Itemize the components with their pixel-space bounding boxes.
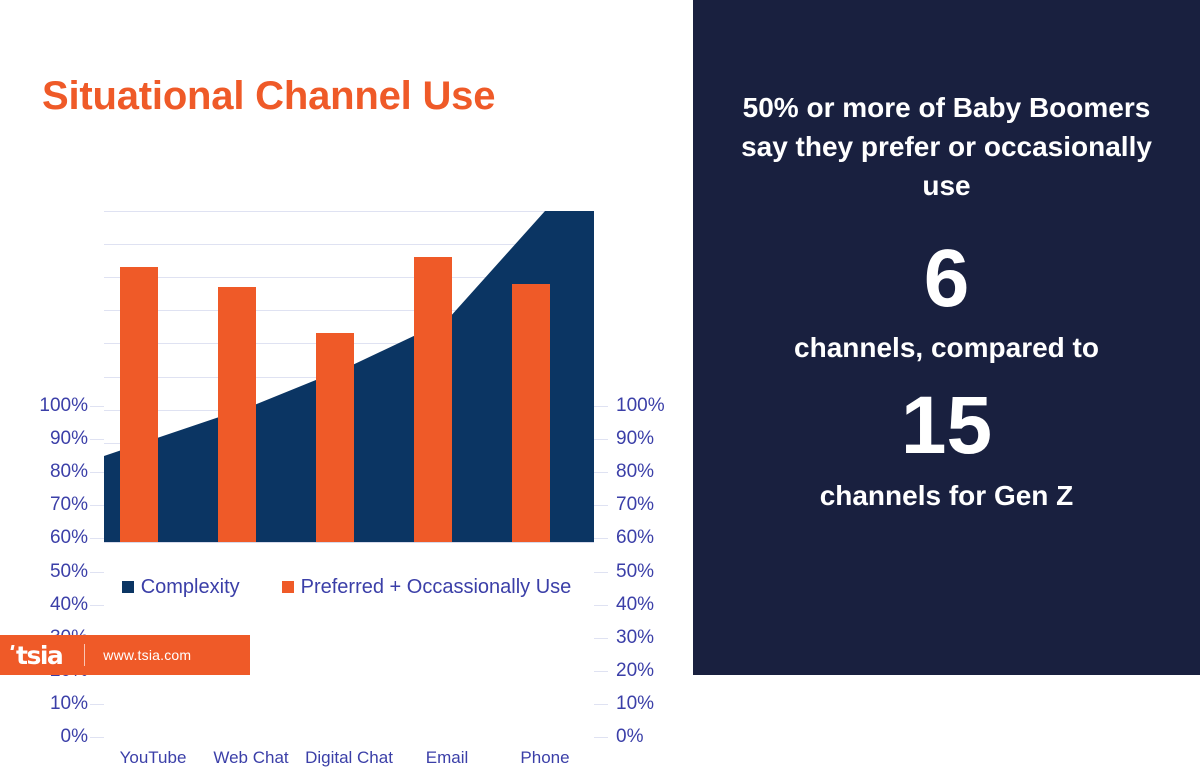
y-axis-left-tick [90,538,104,540]
y-axis-left-tick [90,604,104,606]
y-axis-left-tick-label: 10% [49,692,88,714]
legend-label-preferred-use: Preferred + Occassionally Use [300,576,572,598]
footer-bar: tsia www.tsia.com [0,635,250,675]
y-axis-left-tick [90,472,104,474]
page-title: Situational Channel Use [42,74,496,118]
bar [414,257,452,542]
footer-divider [84,644,86,666]
y-axis-right-tick [594,472,608,474]
legend-item-complexity: Complexity [121,576,240,598]
gridline [104,542,594,543]
y-axis-right-tick [594,505,608,507]
y-axis-right-tick [594,538,608,540]
bar [218,287,256,542]
bar [316,333,354,542]
y-axis-left-tick [90,406,104,407]
bar [120,267,158,542]
slide: Situational Channel Use 0% 10% 20% 30% 40% 50… [0,0,1200,766]
y-axis-right-tick [594,439,608,441]
y-axis-right-tick [594,703,608,705]
y-axis-left-tick [90,703,104,705]
x-axis-category-label: Digital Chat [305,748,393,767]
y-axis-left-tick-label: 40% [49,593,88,615]
y-axis-left-tick-label: 60% [49,527,88,549]
y-axis-right-tick [594,604,608,606]
chart-panel: Situational Channel Use 0%10%20%30%40%50… [0,0,693,766]
y-axis-left-tick [90,737,104,738]
x-axis-category-label: Web Chat [213,748,289,767]
callout-lead-text: 50% or more of Baby Boomers say they pre… [741,92,1152,202]
y-axis-left-tick-label: 70% [49,494,88,516]
x-axis-category-label: Phone [520,748,570,767]
plot-area [104,211,594,543]
y-axis-left-tick [90,505,104,507]
y-axis-right-tick-label: 20% [616,659,655,681]
y-axis-right-tick-label: 60% [616,527,655,549]
y-axis-right-tick-label: 80% [616,461,655,483]
y-axis-right-tick [594,571,608,573]
tsia-logo: tsia [10,640,64,670]
callout-number-boomers: 6 [923,233,970,324]
legend-item-preferred-use: Preferred + Occassionally Use [281,576,572,598]
y-axis-right-tick-label: 100% [616,395,665,416]
legend-swatch-complexity [121,581,134,593]
y-axis-left-tick-label: 100% [39,395,88,416]
x-axis-category-label: YouTube [119,748,187,767]
callout-panel: 50% or more of Baby Boomers say they pre… [693,0,1200,675]
legend-label-complexity: Complexity [140,576,240,598]
y-axis-left-tick [90,571,104,573]
y-axis-right-tick-label: 0% [616,726,644,747]
y-axis-right-tick-label: 10% [616,692,655,714]
y-axis-left-tick [90,439,104,441]
y-axis-right-tick-label: 40% [616,593,655,615]
legend-swatch-preferred-use [281,581,294,593]
callout-middle-text: channels, compared to [794,332,1099,363]
y-axis-right-tick-label: 90% [616,428,655,450]
y-axis-right-tick-label: 30% [616,626,655,648]
bar [512,283,550,542]
callout-number-genz: 15 [900,380,993,471]
y-axis-left-tick-label: 0% [60,726,88,747]
chart-legend: Complexity Preferred + Occassionally Use [0,577,693,597]
footer-url[interactable]: www.tsia.com [103,648,191,662]
y-axis-right-tick [594,406,608,407]
x-axis-category-label: Email [425,748,469,767]
situational-channel-use-chart: 0%10%20%30%40%50%60%70%80%90%100% 0%10%2… [0,195,693,766]
logo-tick-icon [10,644,15,650]
y-axis-left-tick-label: 90% [49,428,88,450]
callout-tail-text: channels for Gen Z [819,480,1074,511]
y-axis-right-tick-label: 70% [616,494,655,516]
y-axis-right-tick [594,670,608,672]
tsia-logo-text: tsia [16,640,64,670]
y-axis-left-tick-label: 80% [49,461,88,483]
y-axis-right-tick [594,737,608,738]
y-axis-right-tick [594,637,608,639]
